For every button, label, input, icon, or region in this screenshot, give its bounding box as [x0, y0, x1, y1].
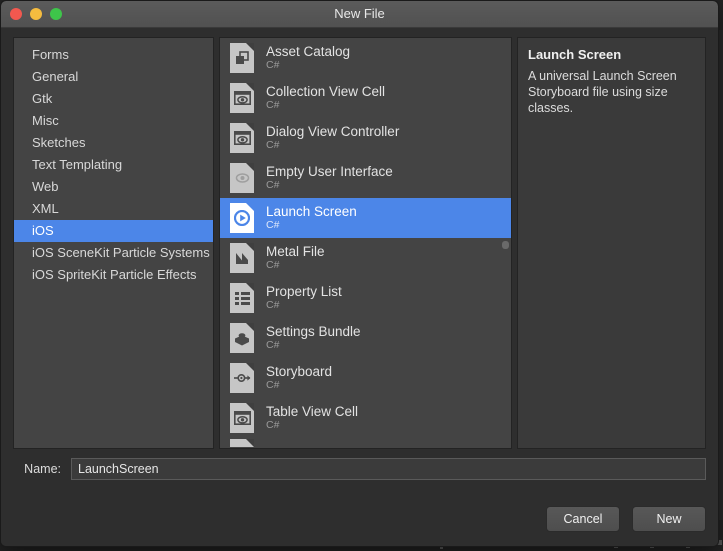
category-item[interactable]: iOS — [14, 220, 213, 242]
category-item-label: iOS SpriteKit Particle Effects — [32, 267, 197, 282]
template-list-item[interactable]: Launch Screen C# — [220, 198, 511, 238]
category-item[interactable]: Forms — [14, 44, 213, 66]
template-item-language: C# — [266, 339, 280, 351]
template-item-language: C# — [266, 179, 280, 191]
template-item-name: Settings Bundle — [266, 324, 361, 339]
category-item-label: iOS SceneKit Particle Systems — [32, 245, 210, 260]
category-item-label: XML — [32, 201, 59, 216]
category-item-label: iOS — [32, 223, 54, 238]
asset-catalog-icon — [228, 42, 256, 74]
template-item-name: Asset Catalog — [266, 44, 351, 59]
category-item-label: Forms — [32, 47, 69, 62]
empty-user-interface-icon — [228, 162, 256, 194]
template-list: Asset Catalog C# Collection View Cell C# Dia… — [220, 38, 511, 447]
template-item-name: Property List — [266, 284, 342, 299]
template-item-text: Property List C# — [266, 284, 342, 312]
template-item-text: Table View Cell C# — [266, 404, 358, 432]
dialog-buttons: Cancel New — [546, 506, 706, 532]
template-list-item[interactable]: Table View Cell C# — [220, 398, 511, 438]
template-list-item[interactable]: Empty User Interface C# — [220, 158, 511, 198]
template-item-name: Metal File — [266, 244, 325, 259]
table-view-cell-icon — [228, 402, 256, 434]
new-button[interactable]: New — [632, 506, 706, 532]
template-item-text: Settings Bundle C# — [266, 324, 361, 352]
template-list-panel[interactable]: Asset Catalog C# Collection View Cell C# Dia… — [219, 37, 512, 449]
details-title: Launch Screen — [528, 47, 622, 62]
category-item[interactable]: Web — [14, 176, 213, 198]
name-input[interactable] — [71, 458, 706, 480]
template-item-name: Collection View Cell — [266, 84, 386, 99]
template-item-name: Storyboard — [266, 364, 333, 379]
template-list-item[interactable]: Asset Catalog C# — [220, 38, 511, 78]
window-title: New File — [334, 6, 385, 21]
category-item-label: Text Templating — [32, 157, 123, 172]
launch-screen-icon — [228, 202, 256, 234]
template-item-language: C# — [266, 99, 280, 111]
category-item[interactable]: iOS SceneKit Particle Systems — [14, 242, 213, 264]
template-list-item[interactable]: Dialog View Controller C# — [220, 118, 511, 158]
storyboard-icon — [228, 362, 256, 394]
category-item[interactable]: Gtk — [14, 88, 213, 110]
category-item-label: Sketches — [32, 135, 86, 150]
category-item[interactable]: XML — [14, 198, 213, 220]
template-item-name: Table View Cell — [266, 404, 359, 419]
category-list-panel[interactable]: Forms General Gtk Misc Sketches Text Templati… — [13, 37, 214, 449]
category-item[interactable]: Misc — [14, 110, 213, 132]
template-item-name: Launch Screen — [266, 204, 357, 219]
window-titlebar[interactable]: New File — [1, 1, 718, 28]
template-item-text: Metal File C# — [266, 244, 325, 272]
metal-file-icon — [228, 242, 256, 274]
category-item[interactable]: Sketches — [14, 132, 213, 154]
category-item-label: Gtk — [32, 91, 53, 106]
template-item-language: C# — [266, 259, 280, 271]
category-item-label: Web — [32, 179, 59, 194]
template-item-text: Launch Screen C# — [266, 204, 357, 232]
template-item-language: C# — [266, 299, 280, 311]
template-details-panel: Launch Screen A universal Launch Screen … — [517, 37, 706, 449]
template-item-text: Storyboard C# — [266, 364, 332, 392]
template-item-language: C# — [266, 379, 280, 391]
category-item-label: Misc — [32, 113, 59, 128]
settings-bundle-icon — [228, 322, 256, 354]
template-item-language: C# — [266, 219, 280, 231]
template-item-text: Dialog View Controller C# — [266, 124, 399, 152]
new-file-dialog: New File Forms General Gtk Misc Sketches Text… — [0, 0, 719, 547]
category-list: Forms General Gtk Misc Sketches Text Templati… — [14, 38, 213, 286]
template-item-language: C# — [266, 419, 280, 431]
template-list-item-partial[interactable] — [220, 438, 511, 447]
name-row: Name: — [13, 458, 706, 480]
template-list-item[interactable]: Collection View Cell C# — [220, 78, 511, 118]
name-label: Name: — [24, 462, 61, 476]
category-item-label: General — [32, 69, 79, 84]
category-item[interactable]: Text Templating — [14, 154, 213, 176]
template-list-item[interactable]: Property List C# — [220, 278, 511, 318]
template-item-text: Empty User Interface C# — [266, 164, 393, 192]
template-item-language: C# — [266, 59, 280, 71]
template-item-name: Empty User Interface — [266, 164, 393, 179]
template-list-item[interactable]: Settings Bundle C# — [220, 318, 511, 358]
template-item-name: Dialog View Controller — [266, 124, 400, 139]
template-list-item[interactable]: Metal File C# — [220, 238, 511, 278]
document-icon — [228, 438, 256, 447]
panes-container: Forms General Gtk Misc Sketches Text Templati… — [13, 37, 706, 449]
category-item[interactable]: General — [14, 66, 213, 88]
collection-view-cell-icon — [228, 82, 256, 114]
category-item[interactable]: iOS SpriteKit Particle Effects — [14, 264, 213, 286]
template-item-text: Collection View Cell C# — [266, 84, 385, 112]
template-list-scrollbar[interactable] — [502, 241, 509, 249]
dialog-body: Forms General Gtk Misc Sketches Text Templati… — [1, 28, 718, 546]
template-item-language: C# — [266, 139, 280, 151]
details-description: A universal Launch Screen Storyboard fil… — [528, 69, 677, 115]
template-item-text: Asset Catalog C# — [266, 44, 350, 72]
cancel-button[interactable]: Cancel — [546, 506, 620, 532]
template-list-item[interactable]: Storyboard C# — [220, 358, 511, 398]
dialog-view-controller-icon — [228, 122, 256, 154]
property-list-icon — [228, 282, 256, 314]
